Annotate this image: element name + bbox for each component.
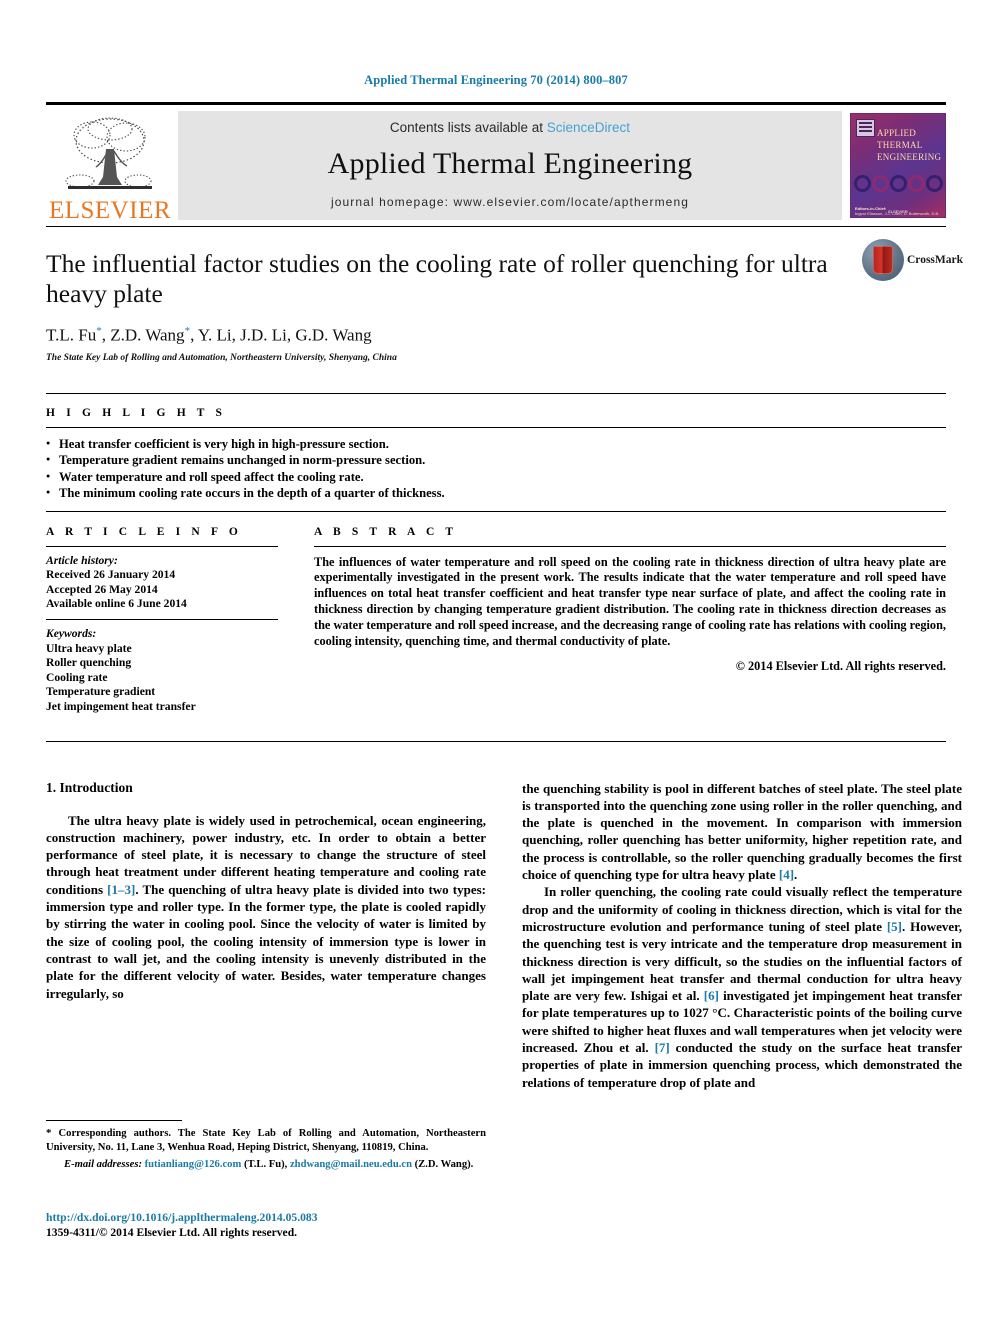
cover-title: APPLIED THERMAL ENGINEERING xyxy=(877,127,941,163)
citation-ref[interactable]: [4] xyxy=(779,867,794,882)
highlights-heading: H I G H L I G H T S xyxy=(46,406,227,419)
elsevier-wordmark: ELSEVIER xyxy=(48,197,172,224)
keyword-item: Roller quenching xyxy=(46,656,132,670)
journal-cover-image: APPLIED THERMAL ENGINEERING Editors-in-C… xyxy=(850,113,946,218)
highlights-section: H I G H L I G H T S Heat transfer coeffi… xyxy=(46,394,946,512)
email-label: E-mail addresses: xyxy=(64,1159,142,1171)
list-item: Heat transfer coefficient is very high i… xyxy=(46,435,946,453)
contents-prefix: Contents lists available at xyxy=(389,120,544,135)
doi-block: http://dx.doi.org/10.1016/j.applthermale… xyxy=(46,1210,506,1240)
email-note: E-mail addresses: futianliang@126.com (T… xyxy=(46,1154,486,1172)
keyword-item: Jet impingement heat transfer xyxy=(46,700,196,713)
paragraph-text-a: the quenching stability is pool in diffe… xyxy=(522,780,962,883)
author-group-2: , Y. Li, J.D. Li, G.D. Wang xyxy=(190,325,372,345)
cover-title-line2: THERMAL xyxy=(877,140,923,150)
body-column-right: the quenching stability is pool in diffe… xyxy=(522,780,962,1091)
journal-title: Applied Thermal Engineering xyxy=(327,147,693,180)
paragraph-text-b: . The quenching of ultra heavy plate is … xyxy=(46,881,486,1001)
crossmark-label: CrossMark xyxy=(907,254,964,266)
keyword-item: Ultra heavy plate xyxy=(46,641,132,655)
article-history-label: Article history: xyxy=(46,553,118,567)
author-affiliation: The State Key Lab of Rolling and Automat… xyxy=(46,352,397,363)
page-title: The influential factor studies on the co… xyxy=(46,249,828,308)
elsevier-logo: ELSEVIER xyxy=(46,105,174,226)
article-online-date: Available online 6 June 2014 xyxy=(46,597,187,611)
article-info-column: A R T I C L E I N F O Article history: R… xyxy=(46,526,278,715)
email-author-1: (T.L. Fu), xyxy=(241,1159,290,1171)
section-heading-introduction: 1. Introduction xyxy=(46,779,133,795)
citation-ref[interactable]: [5] xyxy=(887,919,902,934)
journal-banner: Contents lists available at ScienceDirec… xyxy=(178,111,842,220)
journal-homepage-link[interactable]: journal homepage: www.elsevier.com/locat… xyxy=(331,195,689,209)
keywords-block: Keywords: Ultra heavy plate Roller quenc… xyxy=(46,620,278,715)
abstract-column: A B S T R A C T The influences of water … xyxy=(314,526,946,715)
cover-title-line3: ENGINEERING xyxy=(877,152,942,162)
body-column-left: 1. Introduction The ultra heavy plate is… xyxy=(46,780,486,1091)
abstract-copyright: © 2014 Elsevier Ltd. All rights reserved… xyxy=(735,659,946,674)
article-history-block: Article history: Received 26 January 201… xyxy=(46,547,278,619)
running-head: Applied Thermal Engineering 70 (2014) 80… xyxy=(364,73,628,87)
author-list: T.L. Fu*, Z.D. Wang*, Y. Li, J.D. Li, G.… xyxy=(46,325,946,346)
corresponding-author-note: * Corresponding authors. The State Key L… xyxy=(46,1127,486,1154)
citation-ref[interactable]: [7] xyxy=(655,1040,670,1055)
paper-page: Applied Thermal Engineering 70 (2014) 80… xyxy=(0,0,992,1323)
cover-publisher: ELSEVIER xyxy=(888,209,908,214)
cover-title-line1: APPLIED xyxy=(877,128,917,138)
author-group-0: T.L. Fu xyxy=(46,325,97,345)
article-info-heading: A R T I C L E I N F O xyxy=(46,525,242,538)
journal-masthead: ELSEVIER Contents lists available at Sci… xyxy=(46,102,946,226)
abstract-heading: A B S T R A C T xyxy=(314,525,458,538)
article-accepted-date: Accepted 26 May 2014 xyxy=(46,582,158,596)
footnote-rule xyxy=(46,1120,182,1121)
crossmark-icon xyxy=(862,239,904,281)
list-item: Water temperature and roll speed affect … xyxy=(46,468,946,486)
list-item: Temperature gradient remains unchanged i… xyxy=(46,451,946,469)
cover-elsevier-mark-icon xyxy=(856,119,875,137)
citation-ref[interactable]: [6] xyxy=(704,988,719,1003)
abstract-text: The influences of water temperature and … xyxy=(314,554,946,648)
body-columns: 1. Introduction The ultra heavy plate is… xyxy=(46,742,962,1091)
email-link-1[interactable]: futianliang@126.com xyxy=(145,1159,242,1170)
highlights-list: Heat transfer coefficient is very high i… xyxy=(46,428,946,511)
sciencedirect-link[interactable]: ScienceDirect xyxy=(547,120,630,135)
article-received-date: Received 26 January 2014 xyxy=(46,568,176,582)
cover-rings-graphic xyxy=(851,170,945,196)
email-author-2: (Z.D. Wang). xyxy=(411,1159,474,1171)
paragraph: the quenching stability is pool in diffe… xyxy=(522,780,962,884)
contents-line: Contents lists available at ScienceDirec… xyxy=(390,120,630,135)
crossmark-badge[interactable]: CrossMark xyxy=(862,237,963,283)
author-group-1: , Z.D. Wang xyxy=(101,325,185,345)
elsevier-tree-icon xyxy=(65,117,152,189)
article-header: The influential factor studies on the co… xyxy=(46,227,963,363)
footnote-block: * Corresponding authors. The State Key L… xyxy=(46,1120,486,1172)
email-link-2[interactable]: zhdwang@mail.neu.edu.cn xyxy=(290,1159,412,1170)
paragraph: In roller quenching, the cooling rate co… xyxy=(522,883,962,1091)
keyword-item: Cooling rate xyxy=(46,670,108,684)
paragraph-text-b: . xyxy=(794,867,798,883)
info-abstract-row: A R T I C L E I N F O Article history: R… xyxy=(46,512,946,715)
keyword-item: Temperature gradient xyxy=(46,685,156,699)
issn-copyright-line: 1359-4311/© 2014 Elsevier Ltd. All right… xyxy=(46,1226,298,1239)
doi-link[interactable]: http://dx.doi.org/10.1016/j.applthermale… xyxy=(46,1210,506,1225)
keywords-label: Keywords: xyxy=(46,627,97,641)
paragraph: The ultra heavy plate is widely used in … xyxy=(46,812,486,1002)
citation-ref[interactable]: [1–3] xyxy=(107,882,135,897)
corresponding-author-text: Corresponding authors. The State Key Lab… xyxy=(46,1128,486,1153)
list-item: The minimum cooling rate occurs in the d… xyxy=(46,484,946,502)
